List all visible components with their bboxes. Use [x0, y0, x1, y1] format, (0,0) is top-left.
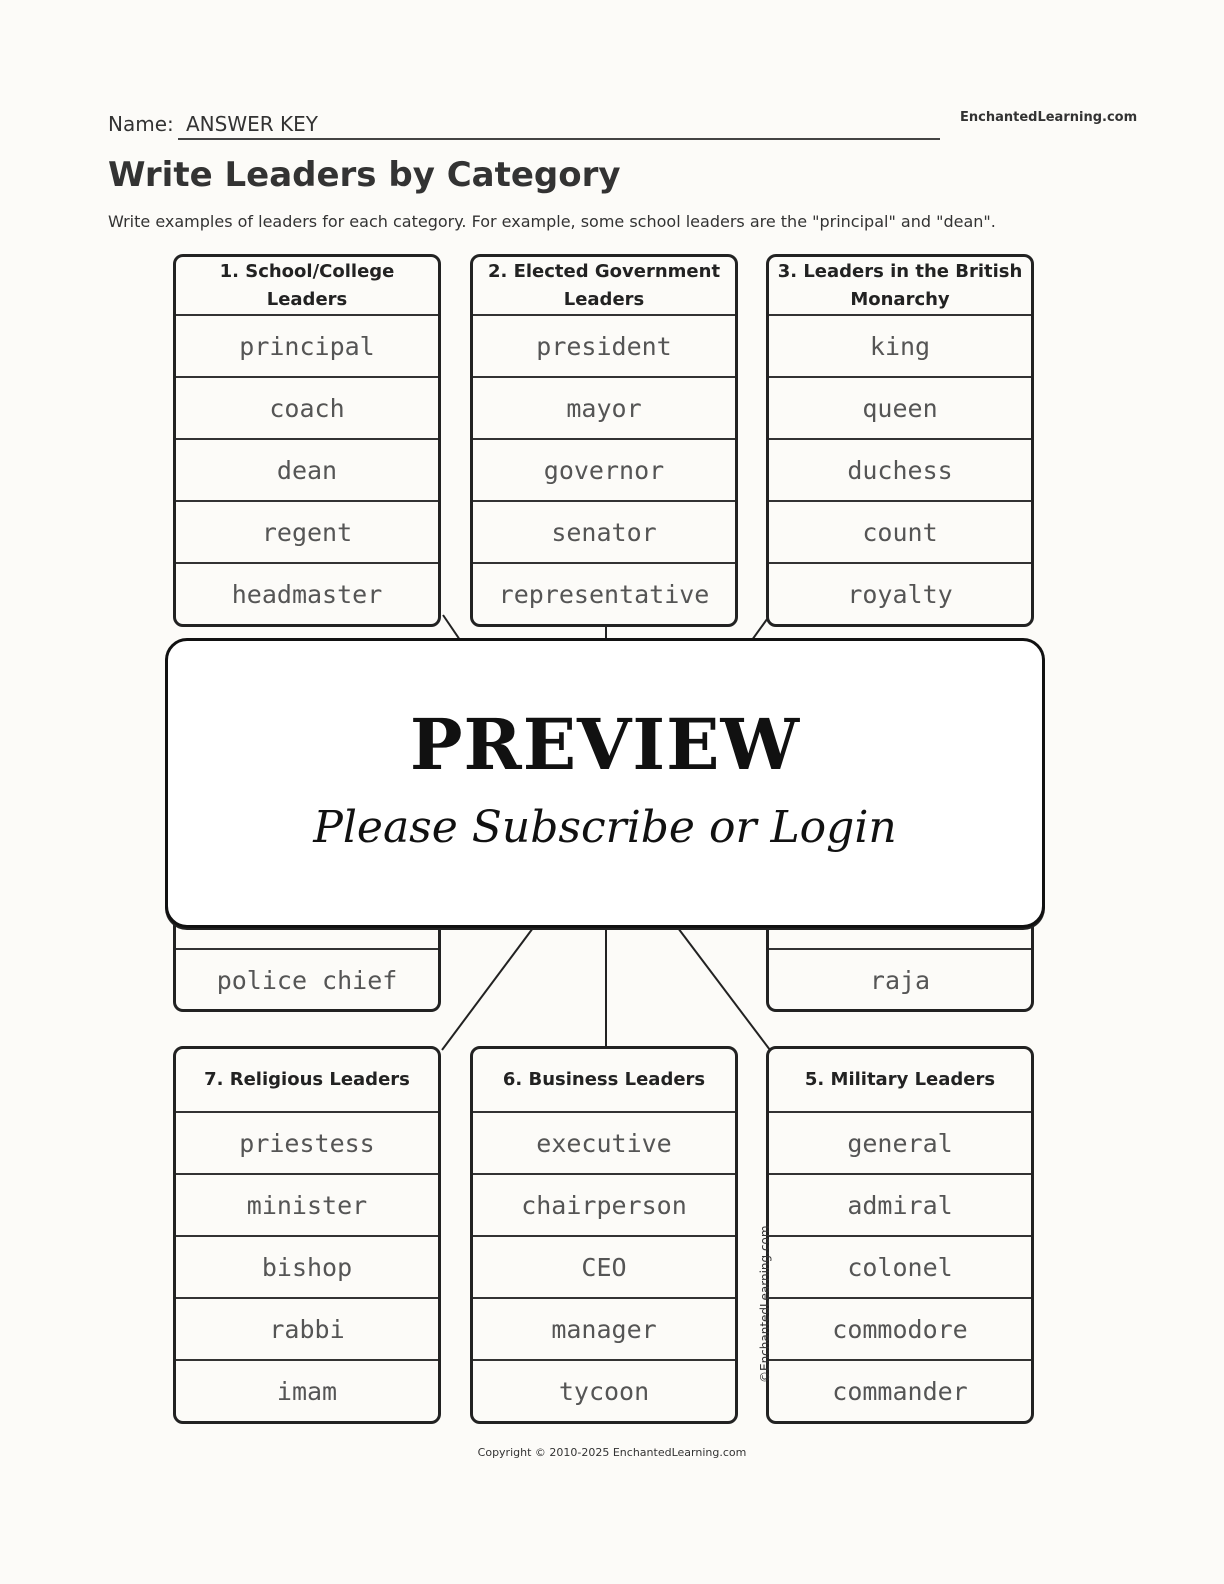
preview-overlay[interactable]: PREVIEW Please Subscribe or Login: [165, 638, 1045, 928]
category-title: 1. School/College Leaders: [176, 257, 438, 316]
category-title: 3. Leaders in the British Monarchy: [769, 257, 1031, 316]
answer-cell[interactable]: general: [769, 1113, 1031, 1175]
answer-cell[interactable]: coach: [176, 378, 438, 440]
category-title: 2. Elected Government Leaders: [473, 257, 735, 316]
connector-line-7: [441, 927, 534, 1051]
answer-cell[interactable]: chairperson: [473, 1175, 735, 1237]
answer-cell[interactable]: representative: [473, 564, 735, 624]
category-box-government: 2. Elected Government Leaders president …: [470, 254, 738, 627]
answer-cell[interactable]: count: [769, 502, 1031, 564]
answer-cell[interactable]: headmaster: [176, 564, 438, 624]
answer-cell[interactable]: senator: [473, 502, 735, 564]
subscribe-login-prompt[interactable]: Please Subscribe or Login: [168, 802, 1042, 853]
answer-cell[interactable]: executive: [473, 1113, 735, 1175]
answer-cell[interactable]: commodore: [769, 1299, 1031, 1361]
category-box-school: 1. School/College Leaders principal coac…: [173, 254, 441, 627]
connector-line-5: [677, 927, 771, 1051]
vertical-credit: ©EnchantedLearning.com: [758, 1225, 772, 1383]
answer-cell[interactable]: president: [473, 316, 735, 378]
answer-cell[interactable]: mayor: [473, 378, 735, 440]
category-title: 6. Business Leaders: [473, 1049, 735, 1113]
answer-cell[interactable]: duchess: [769, 440, 1031, 502]
answer-cell[interactable]: raja: [769, 950, 1031, 1009]
answer-cell[interactable]: admiral: [769, 1175, 1031, 1237]
category-box-monarchy: 3. Leaders in the British Monarchy king …: [766, 254, 1034, 627]
answer-cell[interactable]: minister: [176, 1175, 438, 1237]
answer-cell[interactable]: royalty: [769, 564, 1031, 624]
answer-cell[interactable]: bishop: [176, 1237, 438, 1299]
answer-cell[interactable]: priestess: [176, 1113, 438, 1175]
preview-title: PREVIEW: [409, 703, 801, 786]
answer-cell[interactable]: king: [769, 316, 1031, 378]
answer-cell[interactable]: principal: [176, 316, 438, 378]
answer-cell[interactable]: colonel: [769, 1237, 1031, 1299]
copyright-footer: Copyright © 2010-2025 EnchantedLearning.…: [477, 1446, 747, 1459]
answer-cell[interactable]: rabbi: [176, 1299, 438, 1361]
answer-cell[interactable]: police chief: [176, 950, 438, 1009]
category-title: 5. Military Leaders: [769, 1049, 1031, 1113]
answer-cell[interactable]: dean: [176, 440, 438, 502]
answer-cell[interactable]: governor: [473, 440, 735, 502]
answer-cell[interactable]: imam: [176, 1361, 438, 1421]
answer-cell[interactable]: commander: [769, 1361, 1031, 1421]
answer-cell[interactable]: tycoon: [473, 1361, 735, 1421]
connector-line-1: [442, 614, 461, 641]
category-box-business: 6. Business Leaders executive chairperso…: [470, 1046, 738, 1424]
answer-cell[interactable]: queen: [769, 378, 1031, 440]
answer-cell[interactable]: CEO: [473, 1237, 735, 1299]
category-box-religious: 7. Religious Leaders priestess minister …: [173, 1046, 441, 1424]
answer-cell[interactable]: regent: [176, 502, 438, 564]
category-box-military: 5. Military Leaders general admiral colo…: [766, 1046, 1034, 1424]
answer-cell[interactable]: manager: [473, 1299, 735, 1361]
category-title: 7. Religious Leaders: [176, 1049, 438, 1113]
